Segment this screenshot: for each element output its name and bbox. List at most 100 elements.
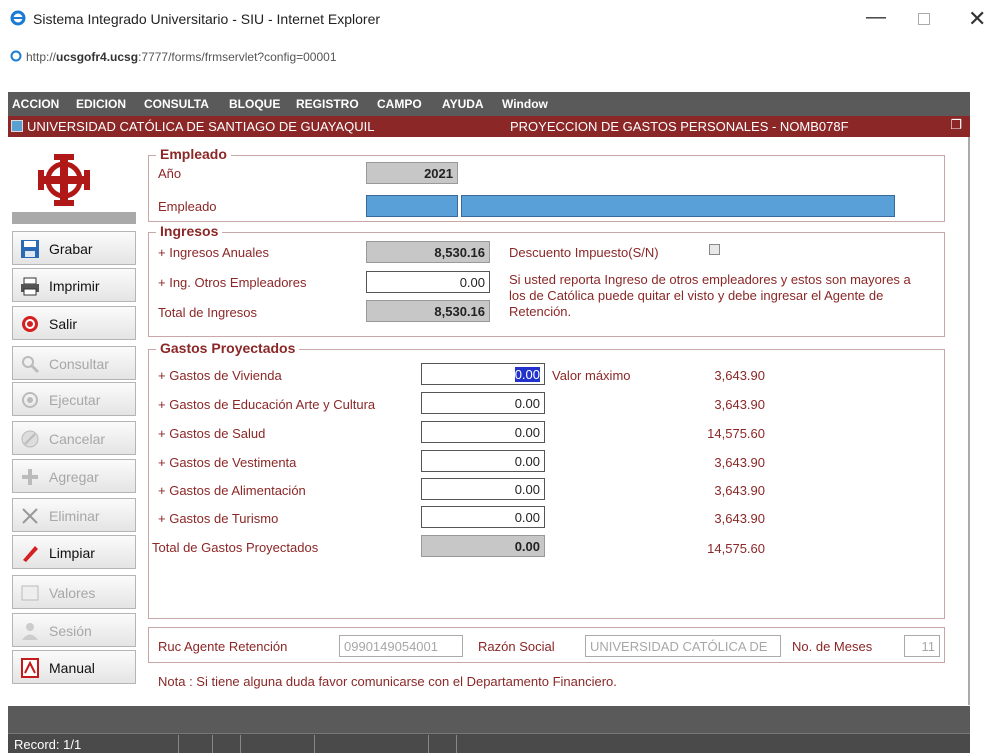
gasto-vivienda-value: 0.00 [514,367,540,382]
imprimir-button[interactable]: Imprimir [12,268,136,302]
anio-label: Año [158,166,182,181]
total-gastos-max: 14,575.60 [707,541,765,556]
add-icon [22,469,38,485]
ruc-agente-label: Ruc Agente Retención [158,639,288,654]
close-button[interactable]: ✕ [968,6,986,32]
eliminar-button[interactable]: Eliminar [12,498,136,532]
anio-field[interactable]: 2021 [366,162,458,184]
empleado-name-field[interactable] [461,195,895,217]
eliminar-label: Eliminar [49,508,100,524]
descuento-impuesto-label: Descuento Impuesto(S/N) [509,245,659,260]
agregar-button[interactable]: Agregar [12,459,136,493]
page-icon [10,50,22,62]
exit-icon [22,316,38,332]
url-rest: :7777/forms/frmservlet?config=00001 [138,50,337,64]
manual-button[interactable]: Manual [12,650,136,684]
gasto-vestimenta-field[interactable]: 0.00 [421,450,545,472]
status-divider [428,735,429,753]
ingresos-group-title: Ingresos [156,223,223,239]
menu-window[interactable]: Window [502,97,548,111]
menu-bloque[interactable]: BLOQUE [229,97,280,111]
total-ingresos-label: Total de Ingresos [158,305,258,320]
salir-button[interactable]: Salir [12,306,136,340]
ingresos-nota: Si usted reporta Ingreso de otros emplea… [509,272,911,319]
address-bar[interactable]: http://ucsgofr4.ucsg:7777/forms/frmservl… [0,46,995,68]
razon-social-field[interactable]: UNIVERSIDAD CATÓLICA DE [585,635,781,657]
ruc-agente-field[interactable]: 0990149054001 [339,635,463,657]
gasto-educacion-label: + Gastos de Educación Arte y Cultura [158,397,376,412]
url-prefix: http:// [26,50,57,64]
gasto-salud-field[interactable]: 0.00 [421,421,545,443]
user-icon [22,623,38,640]
gasto-turismo-field[interactable]: 0.00 [421,506,545,528]
menu-campo[interactable]: CAMPO [377,97,422,111]
grabar-button[interactable]: Grabar [12,231,136,265]
empleado-code-field[interactable] [366,195,458,217]
values-icon [21,585,39,601]
ingresos-anuales-label: + Ingresos Anuales [158,245,269,260]
university-name: UNIVERSIDAD CATÓLICA DE SANTIAGO DE GUAY… [27,119,375,134]
menu-accion[interactable]: ACCION [12,97,59,111]
menu-edicion[interactable]: EDICION [76,97,126,111]
url-host: ucsgofr4.ucsg [56,50,139,64]
printer-icon [21,277,39,296]
valor-maximo-header: Valor máximo [552,368,631,383]
limpiar-label: Limpiar [49,545,95,561]
pdf-icon [21,658,39,678]
forms-menubar: ACCION EDICION CONSULTA BLOQUE REGISTRO … [8,92,970,116]
consultar-button[interactable]: Consultar [12,346,136,380]
limpiar-button[interactable]: Limpiar [12,535,136,569]
gasto-educacion-max: 3,643.90 [714,397,765,412]
no-meses-field[interactable]: 11 [904,635,940,657]
salir-label: Salir [49,316,78,332]
menu-registro[interactable]: REGISTRO [296,97,359,111]
ingresos-anuales-field[interactable]: 8,530.16 [366,241,490,263]
total-gastos-label: Total de Gastos Proyectados [152,540,319,555]
url-text[interactable]: http://ucsgofr4.ucsg:7777/forms/frmservl… [26,50,337,64]
form-title: PROYECCION DE GASTOS PERSONALES - NOMB07… [510,119,849,134]
sesion-label: Sesión [49,623,92,639]
window-title: Sistema Integrado Universitario - SIU - … [33,11,381,27]
otros-empleadores-label: + Ing. Otros Empleadores [158,275,307,290]
restore-icon[interactable]: ❐ [950,117,962,133]
cancelar-button[interactable]: Cancelar [12,421,136,455]
gasto-vestimenta-label: + Gastos de Vestimenta [158,455,297,470]
descuento-impuesto-checkbox[interactable] [709,244,720,255]
ejecutar-button[interactable]: Ejecutar [12,382,136,416]
ejecutar-label: Ejecutar [49,392,101,408]
save-icon [21,240,39,258]
status-divider [456,735,457,753]
status-divider [314,735,315,753]
menu-ayuda[interactable]: AYUDA [442,97,484,111]
status-inner [8,733,970,753]
record-status: Record: 1/1 [14,737,82,752]
sesion-button[interactable]: Sesión [12,613,136,647]
form-icon [11,120,23,132]
gasto-vivienda-label: + Gastos de Vivienda [158,368,282,383]
status-divider [212,735,213,753]
imprimir-label: Imprimir [49,278,100,294]
menu-consulta[interactable]: CONSULTA [144,97,209,111]
valores-button[interactable]: Valores [12,575,136,609]
maximize-button[interactable] [918,13,930,25]
gasto-turismo-label: + Gastos de Turismo [158,511,279,526]
total-ingresos-field[interactable]: 8,530.16 [366,300,490,322]
search-icon [22,356,40,374]
university-cross-logo [38,154,90,206]
toolbar-separator [12,212,136,224]
gasto-vivienda-field[interactable]: 0.00 [421,363,545,385]
razon-social-label: Razón Social [478,639,555,654]
gasto-alimentacion-max: 3,643.90 [714,483,765,498]
gasto-educacion-field[interactable]: 0.00 [421,392,545,414]
minimize-button[interactable]: — [866,6,886,29]
form-header: UNIVERSIDAD CATÓLICA DE SANTIAGO DE GUAY… [8,116,970,137]
agregar-label: Agregar [49,469,99,485]
grabar-label: Grabar [49,241,93,257]
gasto-vivienda-max: 3,643.90 [714,368,765,383]
otros-empleadores-field[interactable]: 0.00 [366,271,490,293]
total-gastos-field[interactable]: 0.00 [421,535,545,557]
ie-logo-icon [10,10,26,26]
gasto-vestimenta-max: 3,643.90 [714,455,765,470]
window-titlebar: Sistema Integrado Universitario - SIU - … [0,0,995,40]
gasto-alimentacion-field[interactable]: 0.00 [421,478,545,500]
